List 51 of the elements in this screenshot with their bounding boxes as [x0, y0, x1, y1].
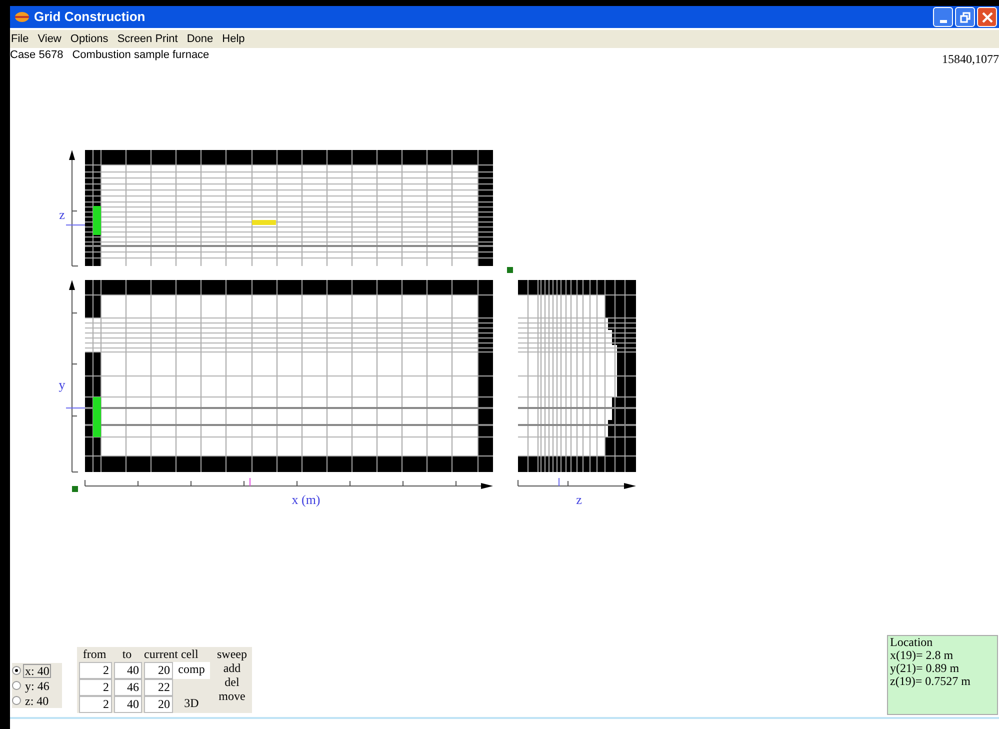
menu-item[interactable]: View — [38, 30, 62, 48]
close-icon — [982, 12, 992, 22]
menu-item[interactable]: File — [11, 30, 29, 48]
column-header: current cell — [143, 647, 200, 662]
case-number: Case 5678 — [10, 48, 64, 63]
location-value: y(21)= 0.89 m — [890, 662, 960, 675]
radio-button[interactable] — [12, 666, 21, 675]
panel-title: Location — [890, 636, 934, 649]
axis-label: y — [58, 377, 66, 392]
toolbar-button[interactable]: 3D — [173, 696, 210, 713]
column-header: to — [121, 647, 133, 662]
number-field[interactable]: 2 — [79, 696, 112, 713]
menu-item[interactable]: Help — [222, 30, 245, 48]
close-button[interactable] — [977, 7, 997, 27]
location-value: x(19)= 2.8 m — [890, 649, 954, 662]
menu-item[interactable]: Screen Print — [117, 30, 178, 48]
minimize-button[interactable] — [933, 7, 953, 27]
radio-button[interactable] — [12, 696, 21, 705]
minimize-icon — [940, 20, 946, 23]
resize-handle[interactable] — [72, 486, 78, 492]
axis-label: z — [59, 207, 65, 222]
action-button[interactable]: sweep — [212, 647, 252, 661]
cursor-coordinates: 15840,1077 — [942, 51, 999, 68]
radio-button[interactable] — [12, 681, 21, 690]
app-icon — [14, 11, 30, 23]
menu-item[interactable]: Options — [70, 30, 108, 48]
location-value: z(19)= 0.7527 m — [890, 675, 972, 688]
case-description: Combustion sample furnace — [72, 48, 210, 63]
restore-icon — [960, 12, 970, 22]
number-field[interactable]: 20 — [144, 662, 173, 679]
resize-handle[interactable] — [507, 267, 513, 273]
window-title: Grid Construction — [34, 8, 146, 26]
action-button[interactable]: add — [212, 661, 252, 675]
restore-button[interactable] — [955, 7, 975, 27]
number-field[interactable]: 2 — [79, 679, 112, 696]
axis-count: x: 40 — [23, 664, 52, 678]
axis-label: z — [576, 492, 582, 507]
number-field[interactable]: 2 — [79, 662, 112, 679]
action-button[interactable]: move — [212, 689, 252, 703]
number-field[interactable]: 20 — [144, 696, 173, 713]
axis-count: y: 46 — [24, 680, 50, 692]
number-field[interactable]: 46 — [114, 679, 142, 696]
column-header: from — [82, 647, 108, 662]
toolbar-button[interactable]: comp — [173, 662, 210, 679]
number-field[interactable]: 22 — [144, 679, 173, 696]
menu-item[interactable]: Done — [186, 30, 214, 48]
action-button[interactable]: del — [212, 675, 252, 689]
number-field[interactable]: 40 — [114, 662, 142, 679]
number-field[interactable]: 40 — [114, 696, 142, 713]
axis-count: z: 40 — [24, 694, 50, 706]
axis-label: x (m) — [292, 492, 320, 507]
